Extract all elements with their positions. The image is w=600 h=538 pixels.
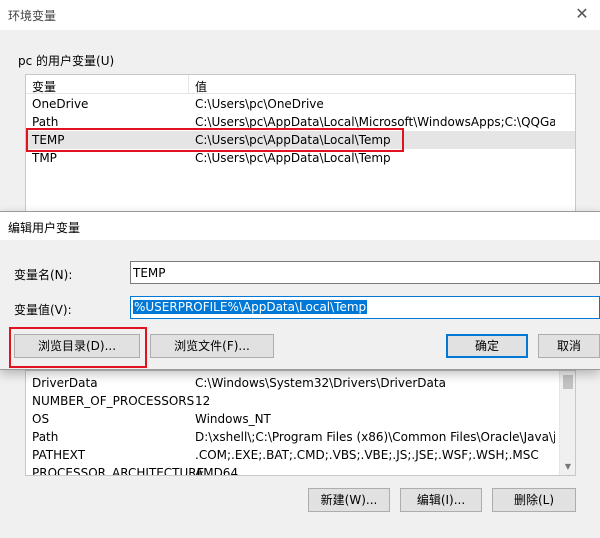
delete-button[interactable]: 删除(L) (492, 488, 576, 512)
system-variables-list[interactable]: DriverData C:\Windows\System32\Drivers\D… (25, 370, 576, 476)
variable-name: NUMBER_OF_PROCESSORS (32, 394, 195, 408)
variable-value: 12 (195, 394, 211, 408)
variable-value: AMD64 (195, 466, 239, 476)
table-row[interactable]: Path C:\Users\pc\AppData\Local\Microsoft… (26, 113, 575, 131)
variable-value-label: 变量值(V): (14, 303, 72, 317)
table-row[interactable]: Path D:\xshell\;C:\Program Files (x86)\C… (26, 428, 575, 446)
variable-name: Path (32, 430, 59, 444)
table-row[interactable]: TMP C:\Users\pc\AppData\Local\Temp (26, 149, 575, 167)
variable-name: Path (32, 115, 59, 129)
browse-directory-button[interactable]: 浏览目录(D)... (14, 334, 140, 358)
variable-value-input[interactable]: %USERPROFILE%\AppData\Local\Temp (130, 296, 600, 319)
ok-button[interactable]: 确定 (446, 334, 528, 358)
edit-user-variable-dialog: 编辑用户变量 变量名(N): 变量值(V): %USERPROFILE%\App… (0, 211, 600, 370)
selected-value-text: %USERPROFILE%\AppData\Local\Temp (133, 300, 368, 314)
variable-value: C:\Users\pc\OneDrive (195, 97, 324, 111)
table-row-selected[interactable]: TEMP C:\Users\pc\AppData\Local\Temp (26, 131, 575, 149)
variable-value: C:\Users\pc\AppData\Local\Microsoft\Wind… (195, 115, 555, 129)
table-row[interactable]: OS Windows_NT (26, 410, 575, 428)
close-icon[interactable]: ✕ (572, 4, 592, 24)
table-row[interactable]: PATHEXT .COM;.EXE;.BAT;.CMD;.VBS;.VBE;.J… (26, 446, 575, 464)
variable-value: Windows_NT (195, 412, 271, 426)
variable-name-input[interactable] (130, 261, 600, 284)
variable-name: TEMP (32, 133, 65, 147)
variable-value: .COM;.EXE;.BAT;.CMD;.VBS;.VBE;.JS;.JSE;.… (195, 448, 539, 462)
scroll-down-icon[interactable]: ▼ (563, 462, 573, 472)
variable-name: OneDrive (32, 97, 89, 111)
variable-name: TMP (32, 151, 57, 165)
edit-button[interactable]: 编辑(I)... (400, 488, 482, 512)
user-variables-group-label: pc 的用户变量(U) (18, 54, 115, 68)
list-header: 变量 值 (26, 75, 575, 94)
table-row[interactable]: PROCESSOR_ARCHITECTURE AMD64 (26, 464, 575, 476)
browse-file-button[interactable]: 浏览文件(F)... (150, 334, 274, 358)
column-divider[interactable] (188, 75, 189, 94)
variable-value: C:\Users\pc\AppData\Local\Temp (195, 151, 391, 165)
dialog-title: 编辑用户变量 (8, 221, 81, 235)
user-variables-list[interactable]: 变量 值 OneDrive C:\Users\pc\OneDrive Path … (25, 74, 576, 214)
variable-name: PROCESSOR_ARCHITECTURE (32, 466, 205, 476)
variable-value: D:\xshell\;C:\Program Files (x86)\Common… (195, 430, 555, 444)
variable-name: DriverData (32, 376, 98, 390)
new-button[interactable]: 新建(W)... (308, 488, 390, 512)
variable-value: C:\Windows\System32\Drivers\DriverData (195, 376, 446, 390)
scrollbar-thumb[interactable] (563, 375, 573, 389)
variable-value: C:\Users\pc\AppData\Local\Temp (195, 133, 391, 147)
vertical-scrollbar[interactable]: ▼ (559, 371, 575, 475)
column-header-value[interactable]: 值 (195, 78, 207, 95)
variable-name: OS (32, 412, 50, 426)
dialog-title-bar: 编辑用户变量 (0, 212, 600, 240)
window-title: 环境变量 (8, 9, 57, 23)
title-bar: 环境变量 ✕ (0, 0, 600, 30)
table-row[interactable]: DriverData C:\Windows\System32\Drivers\D… (26, 374, 575, 392)
table-row[interactable]: NUMBER_OF_PROCESSORS 12 (26, 392, 575, 410)
cancel-button[interactable]: 取消 (538, 334, 600, 358)
column-header-variable[interactable]: 变量 (32, 78, 56, 95)
variable-name: PATHEXT (32, 448, 86, 462)
table-row[interactable]: OneDrive C:\Users\pc\OneDrive (26, 95, 575, 113)
variable-name-label: 变量名(N): (14, 268, 73, 282)
